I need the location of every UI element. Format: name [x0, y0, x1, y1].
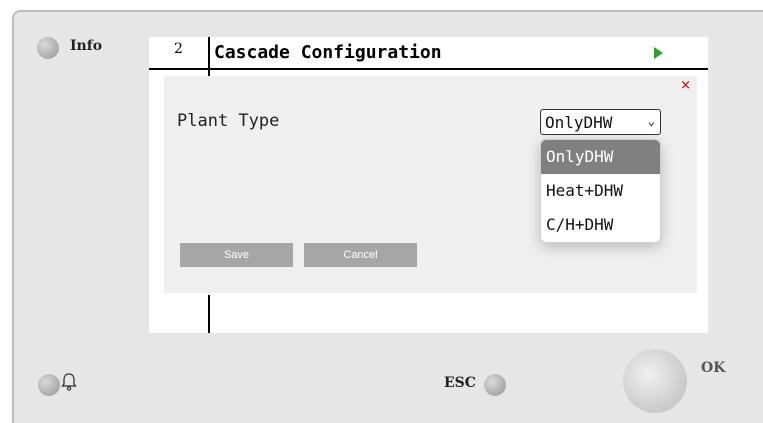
save-button[interactable]: Save [180, 243, 293, 267]
chevron-down-icon: ⌄ [647, 114, 655, 128]
plant-type-select[interactable]: OnlyDHW ⌄ [540, 109, 661, 135]
esc-label: ESC [444, 375, 476, 391]
divider-line [208, 37, 210, 77]
cancel-button[interactable]: Cancel [304, 243, 417, 267]
info-label: Info [70, 38, 103, 54]
plant-type-dialog: × Plant Type OnlyDHW ⌄ OnlyDHW Heat+DHW … [164, 76, 697, 293]
esc-button[interactable] [484, 374, 506, 396]
play-icon[interactable] [654, 47, 663, 59]
page-number: 2 [174, 41, 183, 57]
plant-type-dropdown: OnlyDHW Heat+DHW C/H+DHW [540, 139, 661, 243]
select-value: OnlyDHW [545, 113, 613, 132]
option-onlydhw[interactable]: OnlyDHW [541, 140, 660, 174]
option-ch-dhw[interactable]: C/H+DHW [541, 208, 660, 242]
plant-type-label: Plant Type [177, 111, 280, 131]
alarm-led[interactable] [38, 374, 60, 396]
page-title: Cascade Configuration [214, 42, 442, 63]
ok-label: OK [701, 360, 726, 376]
info-led[interactable] [37, 37, 59, 59]
display-screen: 2 Cascade Configuration × Plant Type Onl… [149, 37, 708, 333]
option-heat-dhw[interactable]: Heat+DHW [541, 174, 660, 208]
divider-line-bottom [208, 295, 210, 333]
bell-icon[interactable] [61, 372, 77, 392]
close-icon[interactable]: × [680, 79, 691, 92]
ok-knob[interactable] [623, 349, 687, 413]
